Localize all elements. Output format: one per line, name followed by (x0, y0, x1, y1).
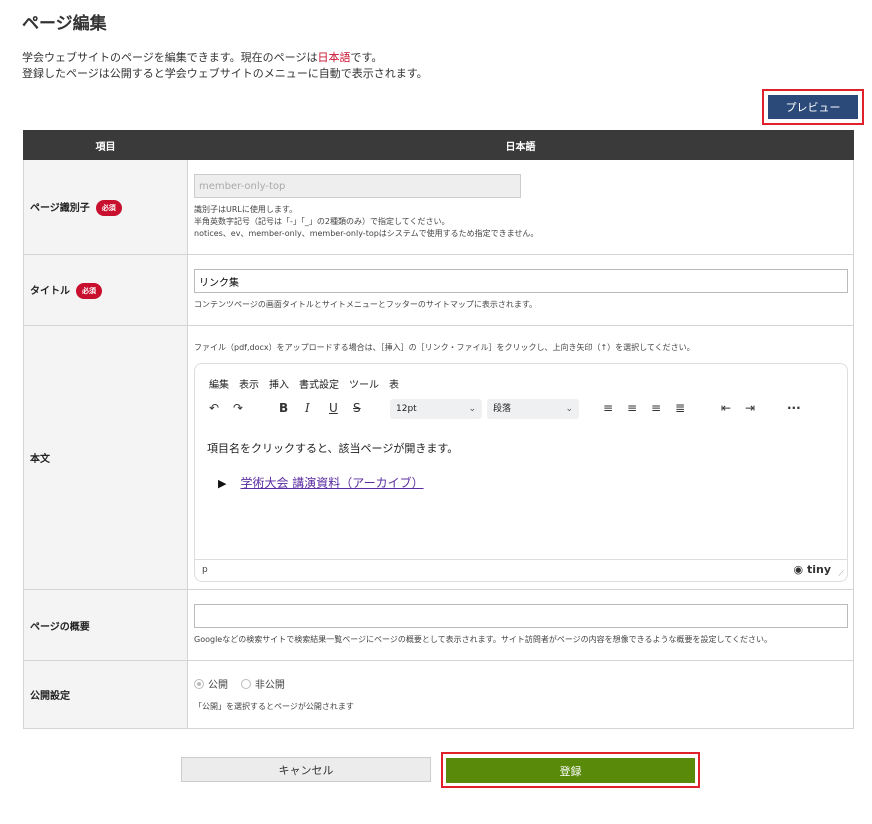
tiny-brand: tiny (806, 563, 831, 576)
identifier-hint-3: notices、ev、member-only、member-only-topはシ… (194, 229, 539, 238)
row-body: 本文 ファイル（pdf,docx）をアップロードする場合は、［挿入］の［リンク・… (23, 325, 854, 590)
font-size-value: 12pt (396, 404, 417, 414)
page-title: ページ編集 (22, 14, 107, 34)
identifier-field-cell: 識別子はURLに使用します。 半角英数字記号（記号は「-」「_」の2種類のみ）で… (187, 159, 854, 255)
summary-input[interactable] (194, 604, 848, 628)
title-input[interactable] (194, 269, 848, 293)
triangle-bullet-icon: ▶ (218, 477, 227, 490)
publish-label: 公開設定 (23, 660, 188, 729)
rich-text-editor: 編集 表示 挿入 書式設定 ツール表 ↶ ↷ B I U S 12pt ⌄ 段落 ⌄ ≡ ≡… (194, 363, 848, 582)
body-hint: ファイル（pdf,docx）をアップロードする場合は、［挿入］の［リンク・ファイ… (194, 343, 695, 352)
align-justify-icon[interactable]: ≣ (675, 401, 685, 415)
preview-button[interactable]: プレビュー (768, 95, 858, 119)
desc-line1-b: です。 (350, 51, 383, 64)
required-badge: 必須 (95, 199, 122, 216)
archive-link[interactable]: 学術大会 講演資料（アーカイブ） (240, 476, 423, 490)
title-label-cell: タイトル 必須 (23, 254, 188, 326)
cancel-button[interactable]: キャンセル (181, 757, 431, 782)
title-label: タイトル (30, 285, 70, 297)
chevron-down-icon: ⌄ (468, 404, 476, 414)
row-publish: 公開設定 公開 非公開 「公開」を選択するとページが公開されます (23, 660, 854, 729)
column-header-item: 項目 (23, 130, 188, 160)
resize-handle-icon[interactable]: ⟋ (838, 569, 844, 579)
editor-toolbar: ↶ ↷ B I U S 12pt ⌄ 段落 ⌄ ≡ ≡ ≡ ≣ ⇤ ⇥ ··· (207, 399, 837, 421)
desc-line1-a: 学会ウェブサイトのページを編集できます。現在のページは (22, 51, 318, 64)
row-title: タイトル必須 コンテンツページの画面タイトルとサイトメニューとフッターのサイトマ… (23, 254, 854, 326)
editor-menubar: 編集 表示 挿入 書式設定 ツール表 (209, 376, 409, 391)
radio-private-label[interactable]: 非公開 (255, 680, 285, 691)
menu-table[interactable]: 表 (389, 380, 399, 391)
outdent-icon[interactable]: ⇤ (721, 401, 731, 415)
row-summary: ページの概要 Googleなどの検索サイトで検索結果一覧ページにページの概要とし… (23, 589, 854, 661)
row-identifier: ページ識別子必須 識別子はURLに使用します。 半角英数字記号（記号は「-」「_… (23, 159, 854, 255)
align-right-icon[interactable]: ≡ (651, 401, 661, 415)
block-format-value: 段落 (493, 404, 512, 414)
menu-insert[interactable]: 挿入 (269, 380, 289, 391)
body-label: 本文 (23, 325, 188, 590)
content-text: 項目名をクリックすると、該当ページが開きます。 (207, 442, 459, 455)
title-field-cell: コンテンツページの画面タイトルとサイトメニューとフッターのサイトマップに表示され… (187, 254, 854, 326)
radio-public[interactable] (194, 678, 204, 689)
align-center-icon[interactable]: ≡ (627, 401, 637, 415)
block-format-select[interactable]: 段落 ⌄ (487, 399, 579, 419)
tiny-logo[interactable]: ◉ tiny (794, 563, 831, 576)
menu-edit[interactable]: 編集 (209, 380, 229, 391)
preview-highlight: プレビュー (762, 89, 864, 125)
title-hint: コンテンツページの画面タイトルとサイトメニューとフッターのサイトマップに表示され… (194, 300, 538, 309)
required-badge: 必須 (76, 282, 102, 299)
identifier-input (194, 174, 521, 198)
identifier-hint-2: 半角英数字記号（記号は「-」「_」の2種類のみ）で指定してください。 (194, 217, 450, 226)
body-field-cell: ファイル（pdf,docx）をアップロードする場合は、［挿入］の［リンク・ファイ… (187, 325, 854, 590)
publish-hint: 「公開」を選択するとページが公開されます (194, 702, 354, 711)
radio-private[interactable] (240, 678, 251, 689)
identifier-label: ページ識別子 (30, 202, 90, 214)
publish-field-cell: 公開 非公開 「公開」を選択するとページが公開されます (187, 660, 854, 729)
submit-button[interactable]: 登録 (446, 758, 695, 783)
menu-view[interactable]: 表示 (239, 380, 259, 391)
edit-form-table: 項目 日本語 ページ識別子必須 識別子はURLに使用します。 半角英数字記号（記… (23, 130, 854, 729)
editor-statusbar: p ◉ tiny ⟋ (195, 559, 847, 581)
font-size-select[interactable]: 12pt ⌄ (390, 399, 482, 419)
bold-icon[interactable]: B (279, 401, 288, 415)
more-icon[interactable]: ··· (787, 401, 801, 415)
column-header-language: 日本語 (187, 130, 854, 160)
underline-icon[interactable]: U (329, 401, 338, 415)
summary-label: ページの概要 (23, 589, 188, 661)
content-list-item: ▶ 学術大会 講演資料（アーカイブ） (218, 474, 458, 491)
identifier-hint: 識別子はURLに使用します。 半角英数字記号（記号は「-」「_」の2種類のみ）で… (194, 204, 848, 240)
chevron-down-icon: ⌄ (565, 404, 573, 414)
summary-field-cell: Googleなどの検索サイトで検索結果一覧ページにページの概要として表示されます… (187, 589, 854, 661)
summary-hint: Googleなどの検索サイトで検索結果一覧ページにページの概要として表示されます… (194, 635, 773, 644)
current-language: 日本語 (317, 51, 351, 64)
submit-highlight: 登録 (441, 752, 700, 788)
undo-icon[interactable]: ↶ (209, 401, 219, 415)
element-path[interactable]: p (202, 565, 208, 575)
radio-public-label[interactable]: 公開 (208, 680, 228, 691)
menu-format[interactable]: 書式設定 (299, 380, 339, 391)
editor-content[interactable]: 項目名をクリックすると、該当ページが開きます。 ▶ 学術大会 講演資料（アーカイブ… (207, 440, 458, 491)
publish-radio-group: 公開 非公開 (194, 676, 848, 691)
italic-icon[interactable]: I (305, 401, 310, 415)
strikethrough-icon[interactable]: S (353, 401, 361, 415)
indent-icon[interactable]: ⇥ (745, 401, 755, 415)
redo-icon[interactable]: ↷ (233, 401, 243, 415)
desc-line2: 登録したページは公開すると学会ウェブサイトのメニューに自動で表示されます。 (22, 67, 428, 80)
page-description: 学会ウェブサイトのページを編集できます。現在のページは日本語です。 登録したペー… (22, 50, 428, 82)
identifier-hint-1: 識別子はURLに使用します。 (194, 205, 298, 214)
identifier-label-cell: ページ識別子 必須 (23, 159, 188, 255)
menu-tools[interactable]: ツール (349, 380, 379, 391)
align-left-icon[interactable]: ≡ (603, 401, 613, 415)
